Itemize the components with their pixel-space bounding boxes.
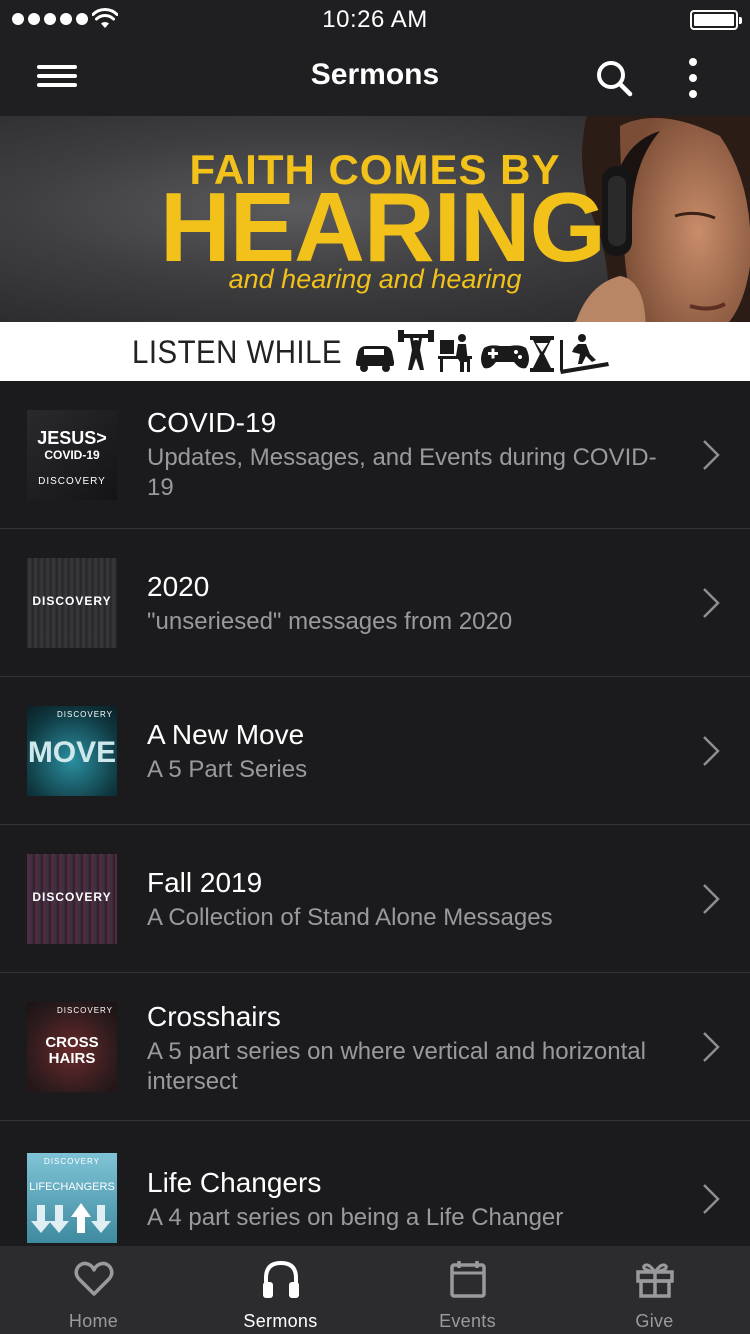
promo-banner[interactable]: FAITH COMES BY HEARING and hearing and h…: [0, 116, 750, 322]
series-title: A New Move: [147, 719, 305, 750]
tab-label: Home: [68, 1311, 119, 1331]
series-thumbnail: JESUS> COVID-19 DISCOVERY: [27, 410, 117, 500]
series-subtitle: A 5 Part Series: [147, 756, 308, 783]
tab-sermons[interactable]: Sermons: [187, 1246, 374, 1334]
list-item[interactable]: DISCOVERY LIFECHANGERS Life Changers A 4…: [0, 1121, 750, 1246]
series-list[interactable]: JESUS> COVID-19 DISCOVERY COVID-19 Updat…: [0, 381, 750, 1246]
chevron-right-icon: [703, 1184, 720, 1214]
list-item[interactable]: DISCOVERY 2020 "unseriesed" messages fro…: [0, 529, 750, 677]
bottom-tab-bar: Home Sermons Events Give: [0, 1246, 750, 1334]
series-subtitle: "unseriesed" messages from 2020: [147, 608, 513, 635]
series-thumbnail: DISCOVERY MOVE: [27, 706, 117, 796]
listen-while-label: LISTEN WHILE: [132, 334, 343, 370]
list-item[interactable]: DISCOVERY Fall 2019 A Collection of Stan…: [0, 825, 750, 973]
app-bar: Sermons: [0, 40, 750, 116]
banner-headline-main: HEARING: [160, 172, 606, 282]
tab-label: Sermons: [243, 1311, 318, 1331]
chevron-right-icon: [703, 440, 720, 470]
tab-home[interactable]: Home: [0, 1246, 187, 1334]
series-title: Fall 2019: [147, 867, 263, 898]
tab-label: Give: [635, 1311, 674, 1331]
series-subtitle: A 5 part series on where vertical and ho…: [147, 1038, 646, 1095]
chevron-right-icon: [703, 588, 720, 618]
status-bar: 10:26 AM: [0, 0, 750, 40]
list-item[interactable]: DISCOVERY CROSS HAIRS Crosshairs A 5 par…: [0, 973, 750, 1121]
banner-headline-sub: and hearing and hearing: [228, 264, 522, 294]
list-item[interactable]: JESUS> COVID-19 DISCOVERY COVID-19 Updat…: [0, 381, 750, 529]
tab-give[interactable]: Give: [561, 1246, 748, 1334]
gift-icon: [636, 1263, 674, 1298]
series-title: Life Changers: [147, 1167, 322, 1198]
series-thumbnail: DISCOVERY CROSS HAIRS: [27, 1002, 117, 1092]
series-subtitle: A 4 part series on being a Life Changer: [147, 1204, 564, 1231]
tab-events[interactable]: Events: [374, 1246, 561, 1334]
series-title: COVID-19: [147, 407, 277, 438]
heart-icon: [74, 1261, 114, 1296]
chevron-right-icon: [703, 884, 720, 914]
search-icon[interactable]: [592, 56, 636, 100]
series-thumbnail: DISCOVERY: [27, 558, 117, 648]
series-subtitle: Updates, Messages, and Events during COV…: [147, 444, 657, 501]
chevron-right-icon: [703, 736, 720, 766]
status-time: 10:26 AM: [322, 6, 428, 33]
list-item[interactable]: DISCOVERY MOVE A New Move A 5 Part Serie…: [0, 677, 750, 825]
page-title: Sermons: [310, 58, 440, 91]
listen-while-strip: LISTEN WHILE: [0, 322, 750, 381]
series-thumbnail: DISCOVERY LIFECHANGERS: [27, 1153, 117, 1243]
series-title: Crosshairs: [147, 1001, 281, 1032]
battery-icon: [690, 10, 742, 30]
arrows-graphic: [31, 1203, 111, 1233]
series-thumbnail: DISCOVERY: [27, 854, 117, 944]
chevron-right-icon: [703, 1032, 720, 1062]
tab-label: Events: [439, 1311, 496, 1331]
headphones-icon: [263, 1260, 299, 1298]
series-subtitle: A Collection of Stand Alone Messages: [147, 904, 553, 931]
activity-icons: [356, 330, 609, 374]
series-title: 2020: [147, 571, 210, 602]
more-options-icon[interactable]: [678, 54, 708, 102]
calendar-icon: [450, 1261, 486, 1298]
